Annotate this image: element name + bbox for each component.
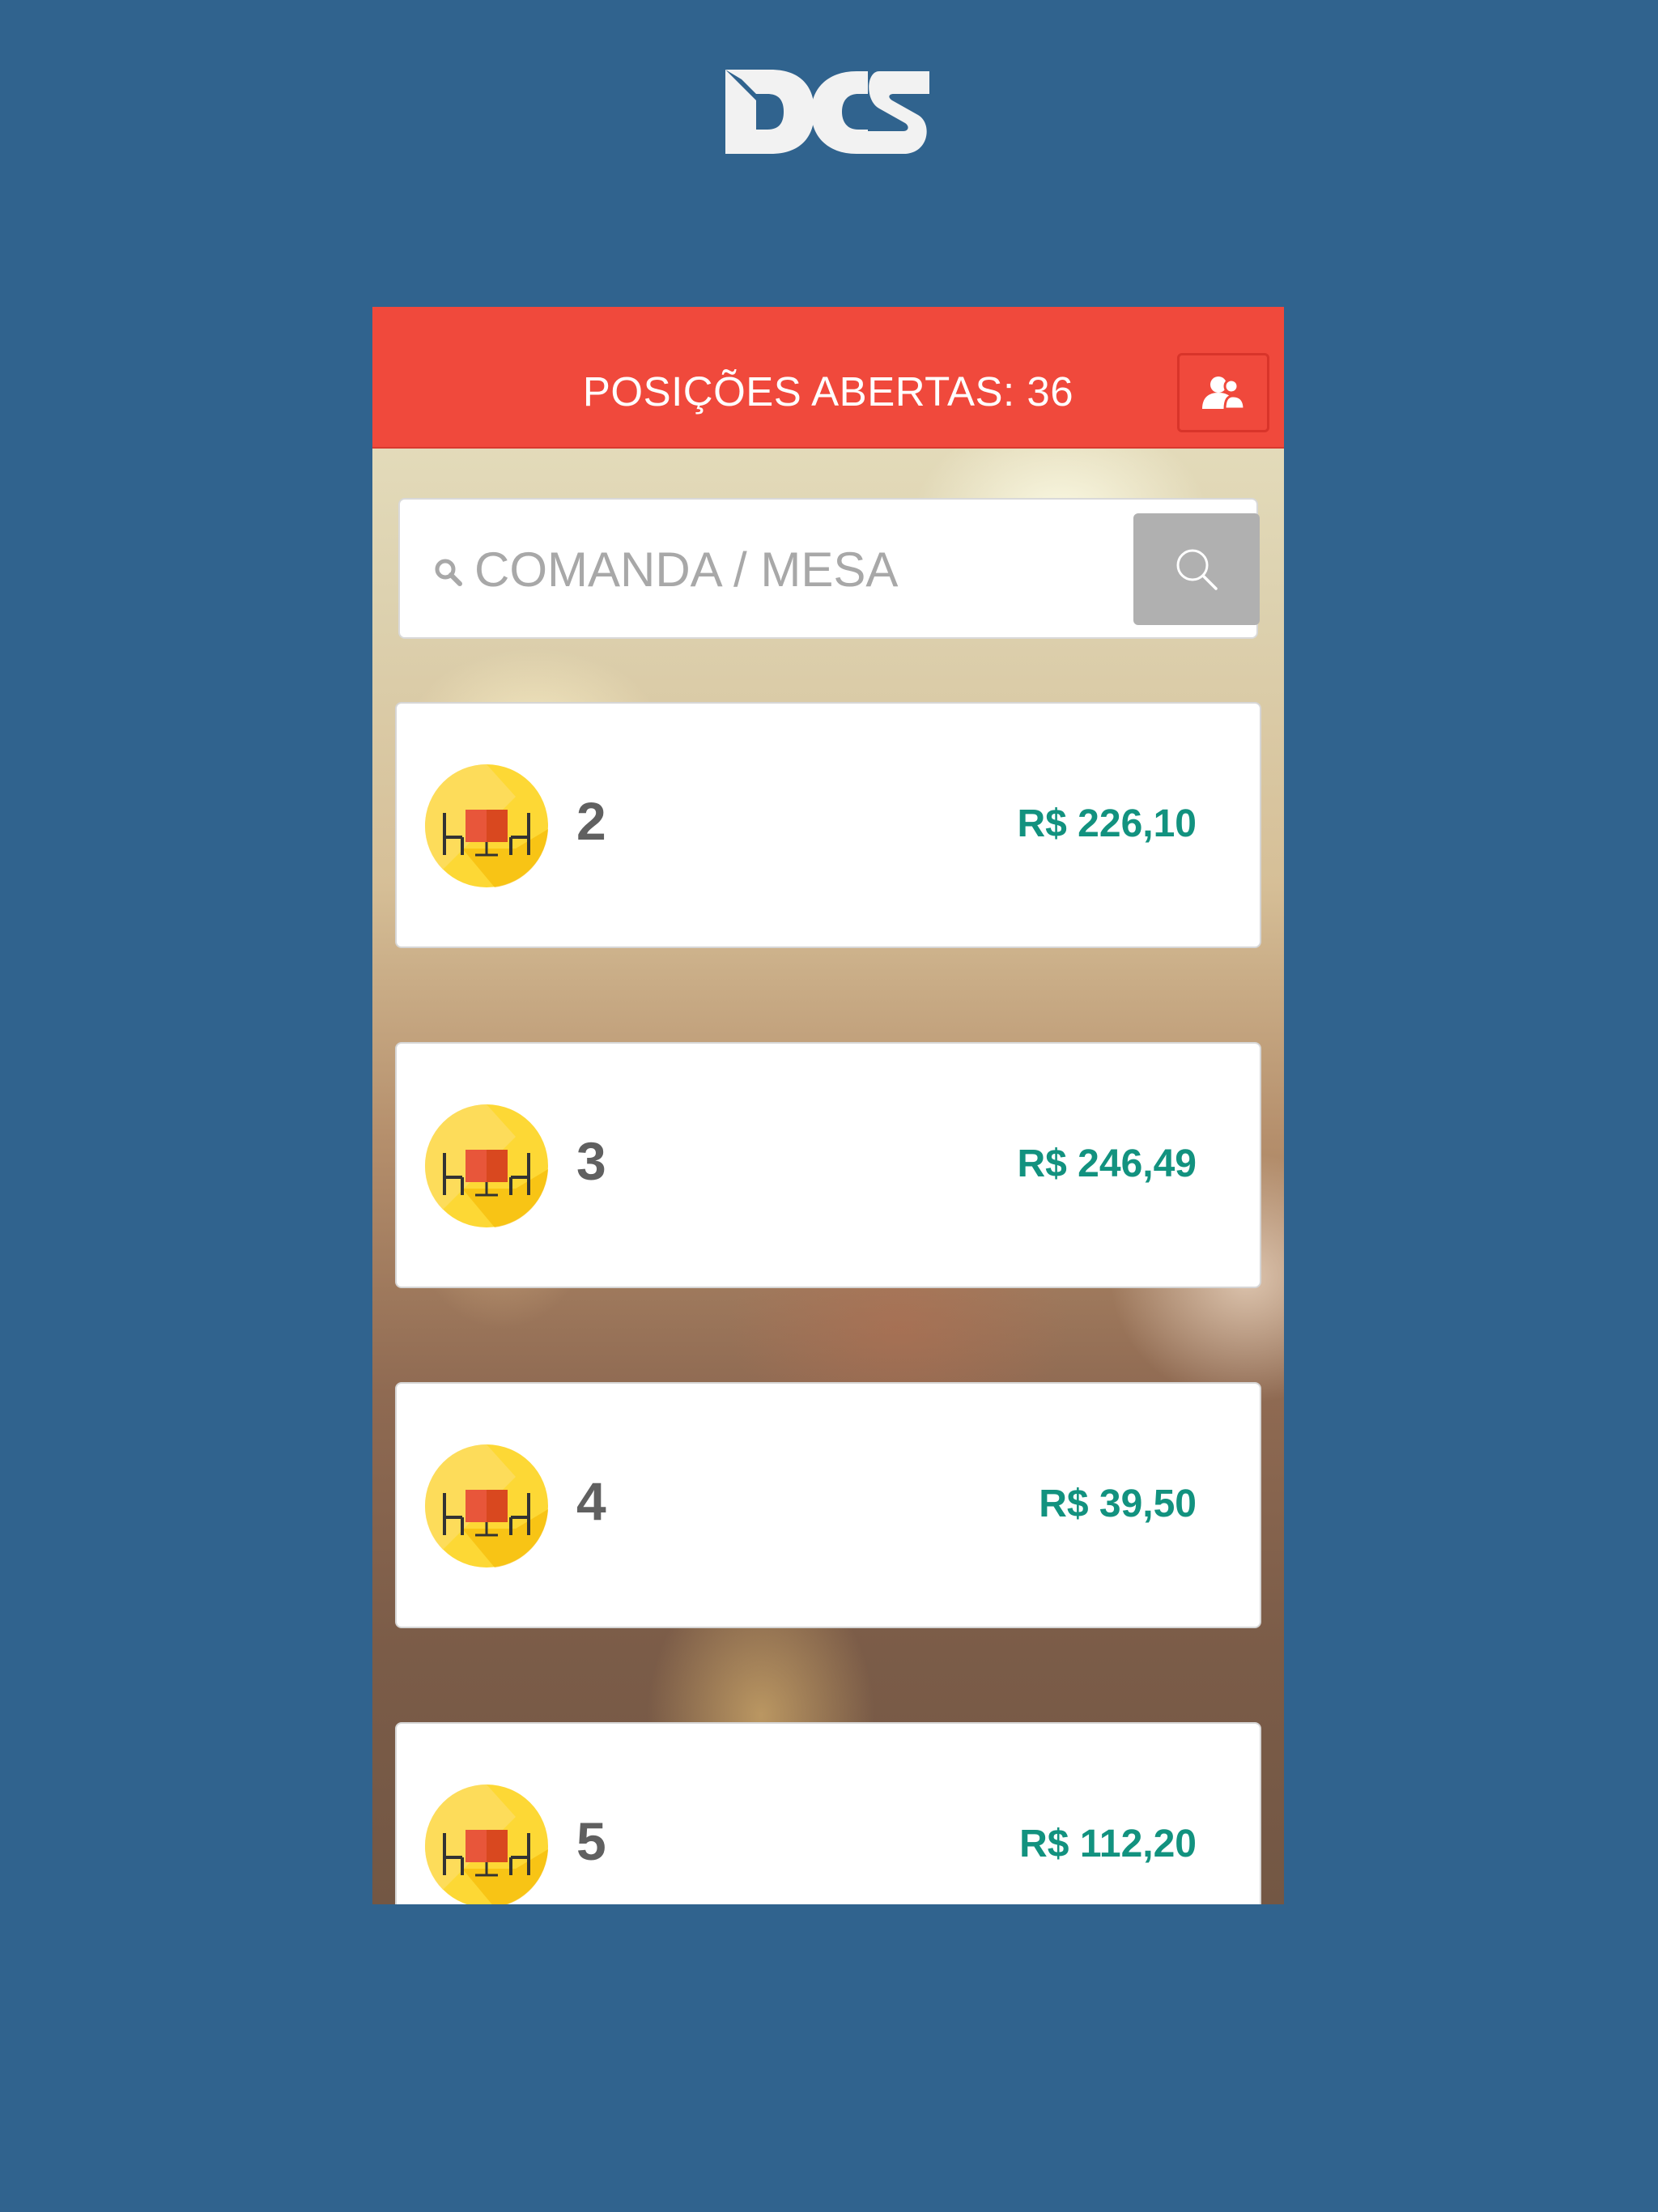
- dining-table-icon: [425, 1444, 548, 1568]
- position-number: 2: [576, 791, 606, 851]
- position-number: 4: [576, 1471, 606, 1531]
- search-bar: [398, 498, 1260, 639]
- position-card[interactable]: 5 R$ 112,20: [395, 1722, 1261, 1904]
- position-value: R$ 112,20: [1019, 1823, 1197, 1865]
- position-value: R$ 226,10: [1017, 802, 1197, 845]
- search-icon: [1176, 549, 1218, 590]
- dining-table-icon: [425, 1104, 548, 1227]
- position-card[interactable]: 2 R$ 226,10: [395, 702, 1261, 948]
- position-value: R$ 246,49: [1017, 1142, 1197, 1185]
- dcs-logo: [725, 70, 929, 154]
- position-number: 5: [576, 1811, 606, 1871]
- page-title: POSIÇÕES ABERTAS: 36: [582, 368, 1074, 415]
- search-button[interactable]: [1133, 513, 1260, 625]
- search-input[interactable]: [474, 530, 1090, 608]
- search-icon: [435, 559, 462, 586]
- app-screen: POSIÇÕES ABERTAS: 36 COMANDA / MESA 2 R$…: [372, 307, 1284, 1904]
- users-icon: [1202, 376, 1246, 410]
- position-number: 3: [576, 1131, 606, 1191]
- dining-table-icon: [425, 764, 548, 887]
- position-card[interactable]: 4 R$ 39,50: [395, 1382, 1261, 1628]
- position-value: R$ 39,50: [1039, 1482, 1197, 1525]
- dining-table-icon: [425, 1784, 548, 1904]
- position-card[interactable]: 3 R$ 246,49: [395, 1042, 1261, 1288]
- users-button[interactable]: [1177, 353, 1269, 432]
- header-bar: POSIÇÕES ABERTAS: 36: [372, 307, 1284, 449]
